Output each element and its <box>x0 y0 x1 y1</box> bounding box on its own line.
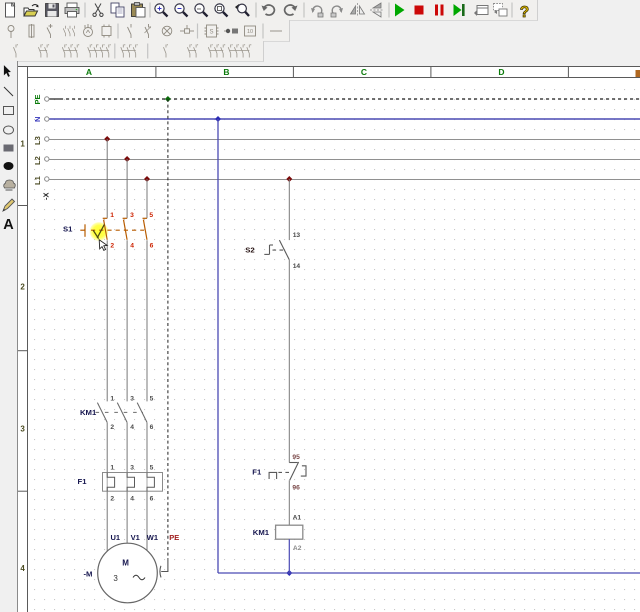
svg-text:-X: -X <box>42 193 51 201</box>
svg-text:PE: PE <box>169 533 179 542</box>
svg-text:S2: S2 <box>245 246 254 255</box>
svg-text:4: 4 <box>130 243 134 250</box>
svg-text:4: 4 <box>130 424 134 431</box>
svg-text:5: 5 <box>150 464 154 471</box>
svg-text:5: 5 <box>149 212 153 219</box>
svg-text:2: 2 <box>110 243 114 250</box>
svg-text:U1: U1 <box>111 533 121 542</box>
svg-text:2: 2 <box>110 495 114 502</box>
svg-text:6: 6 <box>150 495 154 502</box>
svg-text:W1: W1 <box>147 533 158 542</box>
svg-text:6: 6 <box>150 424 154 431</box>
svg-text:13: 13 <box>293 232 301 239</box>
svg-text:1: 1 <box>110 212 114 219</box>
svg-text:A1: A1 <box>293 514 302 521</box>
svg-text:-M: -M <box>84 570 93 579</box>
svg-text:3: 3 <box>130 212 134 219</box>
svg-text:KM1: KM1 <box>253 528 270 537</box>
svg-text:F1: F1 <box>78 477 88 486</box>
svg-text:6: 6 <box>150 243 154 250</box>
svg-text:95: 95 <box>292 454 300 461</box>
svg-text:L2: L2 <box>33 156 42 165</box>
svg-text:KM1: KM1 <box>80 408 97 417</box>
svg-text:4: 4 <box>130 495 134 502</box>
svg-text:V1: V1 <box>131 533 140 542</box>
svg-text:M: M <box>122 559 129 568</box>
svg-text:1: 1 <box>110 395 114 402</box>
svg-text:5: 5 <box>150 395 154 402</box>
svg-text:L1: L1 <box>33 176 42 185</box>
svg-text:A2: A2 <box>293 545 302 552</box>
svg-text:3: 3 <box>130 464 134 471</box>
svg-text:2: 2 <box>110 424 114 431</box>
svg-text:L3: L3 <box>33 136 42 145</box>
svg-text:S1: S1 <box>63 225 73 234</box>
svg-text:14: 14 <box>293 263 301 270</box>
svg-text:F1: F1 <box>252 467 262 476</box>
svg-text:1: 1 <box>110 464 114 471</box>
svg-text:3: 3 <box>130 395 134 402</box>
svg-text:PE: PE <box>33 94 42 104</box>
svg-text:3: 3 <box>113 574 118 583</box>
svg-text:N: N <box>33 117 42 122</box>
svg-text:96: 96 <box>292 485 300 492</box>
